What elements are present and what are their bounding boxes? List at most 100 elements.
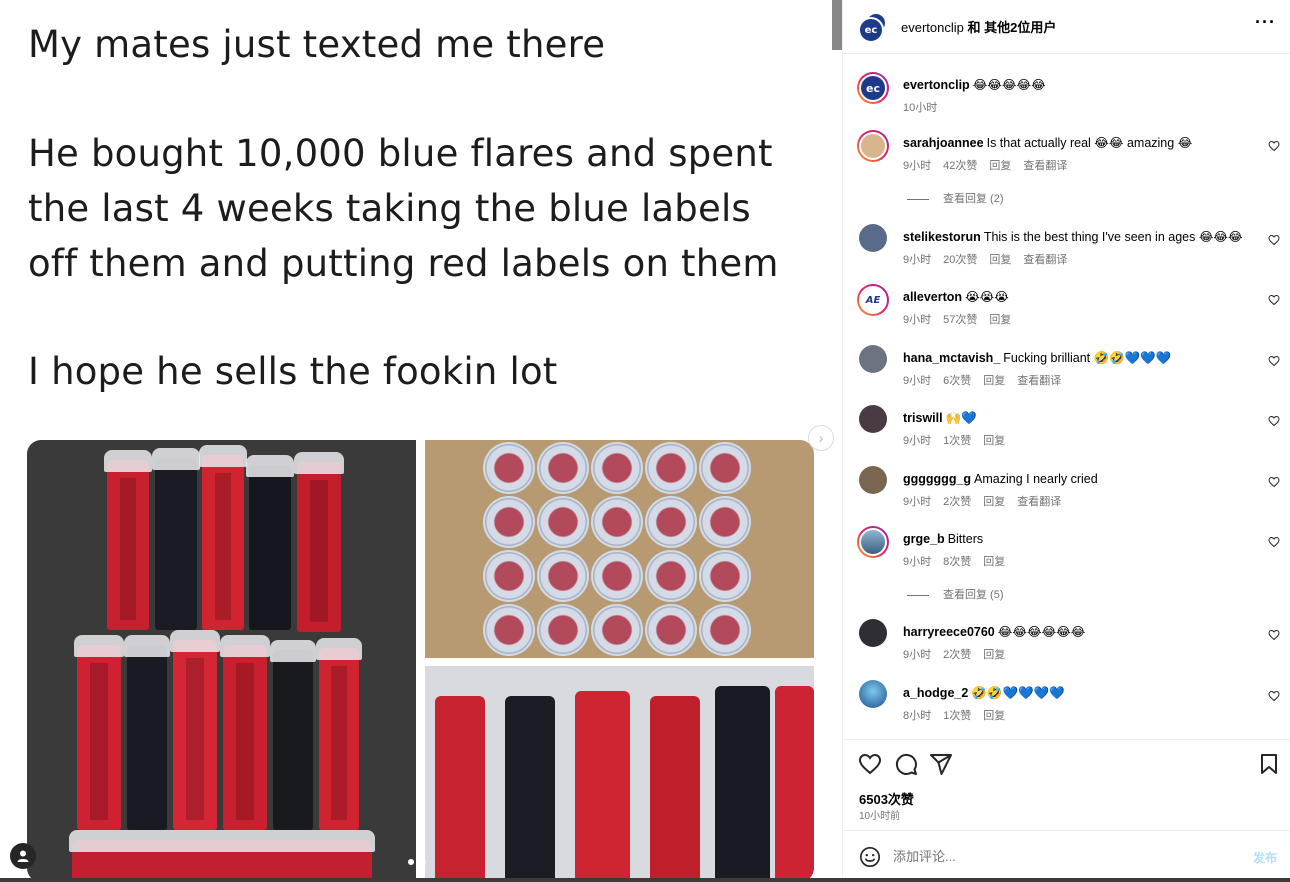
comment-time: 8小时 — [903, 710, 932, 722]
comment-time: 10小时 — [903, 102, 938, 114]
comment-time: 9小时 — [903, 435, 932, 447]
heart-icon[interactable] — [1268, 234, 1280, 246]
more-options-button[interactable]: ··· — [1255, 12, 1276, 33]
reply-button[interactable]: 回复 — [989, 254, 1011, 266]
comment-likes[interactable]: 6次赞 — [943, 375, 971, 387]
comment-bubble-icon[interactable] — [894, 752, 918, 776]
add-comment-bar: 发布 — [843, 830, 1290, 878]
comment-username[interactable]: ggggggg_g — [903, 472, 971, 486]
comment-text: Is that actually real 😂😂 amazing 😂 — [986, 136, 1193, 150]
comment-username[interactable]: sarahjoannee — [903, 136, 984, 150]
post-text-line: He bought 10,000 blue flares and spent — [28, 132, 773, 175]
heart-icon[interactable] — [1268, 629, 1280, 641]
owner-avatar[interactable]: ec — [858, 17, 884, 43]
comment-username[interactable]: harryreece0760 — [903, 625, 995, 639]
comment-text: Bitters — [947, 532, 984, 546]
comment-username[interactable]: grge_b — [903, 532, 945, 546]
reply-button[interactable]: 回复 — [989, 160, 1011, 172]
post-sidebar: ec evertonclip 和 其他2位用户 ··· ec evertoncl… — [842, 0, 1290, 878]
comment-text: This is the best thing I've seen in ages… — [983, 230, 1243, 244]
comment-time: 9小时 — [903, 314, 932, 326]
scrollbar-thumb[interactable] — [832, 0, 842, 50]
comment-time: 9小时 — [903, 160, 932, 172]
post-text-line: off them and putting red labels on them — [28, 242, 779, 285]
reply-button[interactable]: 回复 — [983, 556, 1005, 568]
comment-likes[interactable]: 8次赞 — [943, 556, 971, 568]
comment-time: 9小时 — [903, 649, 932, 661]
avatar[interactable] — [859, 224, 887, 252]
heart-icon[interactable] — [1268, 536, 1280, 548]
comment-text: Amazing I nearly cried — [974, 472, 1098, 486]
photo-collage — [27, 440, 814, 882]
view-replies-button[interactable]: 查看回复 (5) — [907, 586, 1004, 602]
heart-icon[interactable] — [1268, 294, 1280, 306]
reply-button[interactable]: 回复 — [983, 435, 1005, 447]
comment-username[interactable]: evertonclip — [903, 78, 970, 92]
reply-button[interactable]: 回复 — [983, 496, 1005, 508]
post-header: ec evertonclip 和 其他2位用户 ··· — [843, 0, 1290, 54]
avatar[interactable] — [857, 130, 889, 162]
reply-button[interactable]: 回复 — [989, 314, 1011, 326]
avatar[interactable] — [859, 680, 887, 708]
emoji-icon[interactable] — [859, 846, 881, 868]
comment-username[interactable]: a_hodge_2 — [903, 686, 968, 700]
comment-username[interactable]: hana_mctavish_ — [903, 351, 1000, 365]
avatar[interactable] — [859, 466, 887, 494]
comment-likes[interactable]: 20次赞 — [943, 254, 977, 266]
next-image-button[interactable]: › — [808, 425, 834, 451]
translate-button[interactable]: 查看翻译 — [1017, 375, 1061, 387]
avatar[interactable]: ec — [857, 72, 889, 104]
comment-text: 🙌💙 — [945, 411, 977, 425]
post-text-line: the last 4 weeks taking the blue labels — [28, 187, 751, 230]
comment-time: 9小时 — [903, 496, 932, 508]
view-replies-button[interactable]: 查看回复 (2) — [907, 190, 1004, 206]
comment-likes[interactable]: 2次赞 — [943, 496, 971, 508]
comment-username[interactable]: alleverton — [903, 290, 962, 304]
comment-time: 9小时 — [903, 254, 932, 266]
reply-button[interactable]: 回复 — [983, 710, 1005, 722]
avatar[interactable]: AE — [857, 284, 889, 316]
post-timestamp: 10小时前 — [859, 811, 901, 822]
comments-list: ec evertonclip 😂😂😂😂😂 10小时 sarahjoannee Is … — [843, 55, 1290, 739]
bookmark-icon[interactable] — [1257, 752, 1281, 776]
post-text-line: I hope he sells the fookin lot — [28, 350, 558, 393]
tagged-users-button[interactable] — [10, 843, 36, 869]
reply-button[interactable]: 回复 — [983, 375, 1005, 387]
post-comment-button[interactable]: 发布 — [1253, 849, 1277, 866]
avatar[interactable] — [859, 405, 887, 433]
heart-icon[interactable] — [1268, 476, 1280, 488]
avatar[interactable] — [859, 345, 887, 373]
translate-button[interactable]: 查看翻译 — [1017, 496, 1061, 508]
comment-time: 9小时 — [903, 375, 932, 387]
share-send-icon[interactable] — [929, 752, 953, 776]
comment-text: 😂😂😂😂😂😂 — [997, 625, 1086, 639]
comment-likes[interactable]: 2次赞 — [943, 649, 971, 661]
avatar[interactable] — [857, 526, 889, 558]
comment-likes[interactable]: 42次赞 — [943, 160, 977, 172]
translate-button[interactable]: 查看翻译 — [1023, 254, 1067, 266]
flares-photo-left — [27, 440, 416, 882]
comment-input[interactable] — [893, 843, 1233, 869]
comment-likes[interactable]: 57次赞 — [943, 314, 977, 326]
comment-likes[interactable]: 1次赞 — [943, 435, 971, 447]
comment-text: 🤣🤣💙💙💙💙 — [971, 686, 1065, 700]
comment-username[interactable]: triswill — [903, 411, 943, 425]
comment-text: Fucking brilliant 🤣🤣💙💙💙 — [1003, 351, 1172, 365]
heart-icon[interactable] — [1268, 140, 1280, 152]
comment-text: 😂😂😂😂😂 — [972, 78, 1046, 92]
collaborators-label[interactable]: 和 其他2位用户 — [964, 20, 1056, 35]
carousel-dot — [408, 859, 414, 865]
wrapped-flares-photo — [425, 666, 814, 882]
comment-likes[interactable]: 1次赞 — [943, 710, 971, 722]
heart-icon[interactable] — [1268, 355, 1280, 367]
likes-count[interactable]: 6503次赞 — [859, 789, 914, 808]
owner-username[interactable]: evertonclip — [901, 20, 964, 35]
avatar[interactable] — [859, 619, 887, 647]
comment-username[interactable]: stelikestorun — [903, 230, 981, 244]
like-heart-icon[interactable] — [858, 752, 882, 776]
heart-icon[interactable] — [1268, 690, 1280, 702]
comment-text: 😭😭😭 — [965, 290, 1009, 304]
heart-icon[interactable] — [1268, 415, 1280, 427]
reply-button[interactable]: 回复 — [983, 649, 1005, 661]
translate-button[interactable]: 查看翻译 — [1023, 160, 1067, 172]
